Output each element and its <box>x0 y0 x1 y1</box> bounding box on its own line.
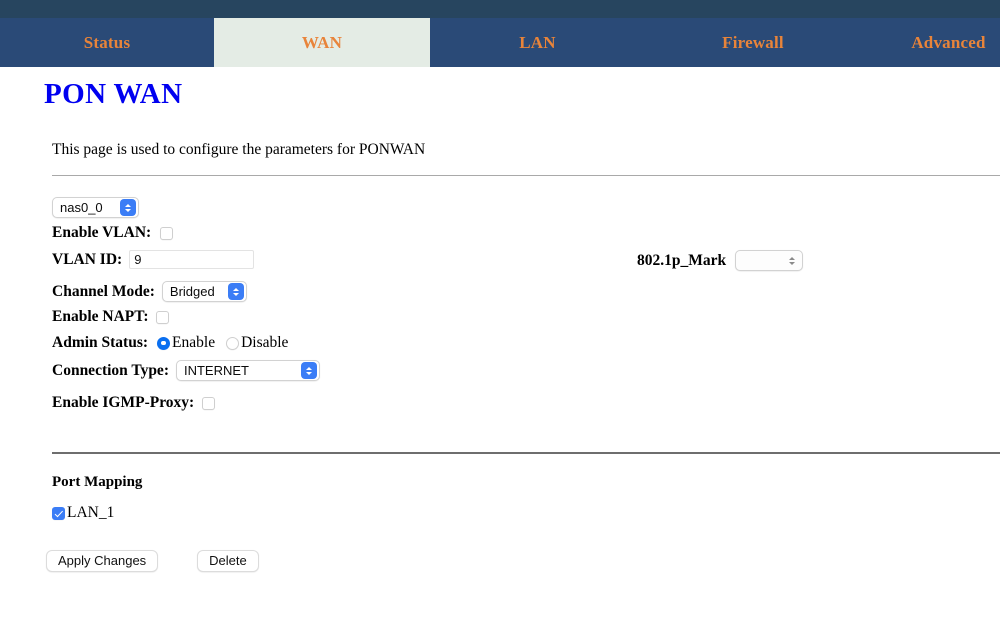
dot1p-mark-select[interactable] <box>735 250 804 271</box>
dot1p-mark-row: 802.1p_Mark <box>637 250 804 271</box>
enable-igmp-proxy-checkbox[interactable] <box>202 396 216 410</box>
dot1p-mark-select-wrapper[interactable] <box>735 250 804 271</box>
enable-napt-row: Enable NAPT: <box>52 308 169 326</box>
channel-mode-select[interactable]: Bridged <box>161 281 247 302</box>
admin-status-disable-label: Disable <box>241 334 289 351</box>
port-mapping-lan1-checkbox[interactable] <box>52 506 65 520</box>
vlan-id-label: VLAN ID: <box>52 250 123 268</box>
port-mapping-lan1-label: LAN_1 <box>67 504 115 521</box>
divider-port-mapping <box>52 452 1000 454</box>
interface-row: nas0_0 <box>52 197 139 218</box>
admin-status-row: Admin Status: Enable Disable <box>52 334 288 352</box>
vlan-id-row: VLAN ID: <box>52 250 255 269</box>
enable-vlan-row: Enable VLAN: <box>52 224 174 242</box>
enable-napt-label: Enable NAPT: <box>52 308 149 325</box>
enable-vlan-label: Enable VLAN: <box>52 224 152 241</box>
enable-igmp-proxy-label: Enable IGMP-Proxy: <box>52 394 195 411</box>
port-mapping-heading: Port Mapping <box>52 474 143 490</box>
admin-status-enable-label: Enable <box>172 334 216 351</box>
dot1p-mark-label: 802.1p_Mark <box>637 251 727 269</box>
interface-select[interactable]: nas0_0 <box>52 197 139 218</box>
connection-type-row: Connection Type: INTERNET <box>52 360 320 381</box>
admin-status-label: Admin Status: <box>52 334 149 351</box>
interface-select-wrapper[interactable]: nas0_0 <box>52 197 139 218</box>
enable-napt-checkbox[interactable] <box>155 310 169 324</box>
admin-status-enable-radio[interactable] <box>157 336 171 350</box>
channel-mode-row: Channel Mode: Bridged <box>52 281 247 302</box>
connection-type-select[interactable]: INTERNET <box>175 360 320 381</box>
connection-type-select-wrapper[interactable]: INTERNET <box>175 360 320 381</box>
action-buttons: Apply Changes Delete <box>46 550 259 572</box>
vlan-id-input[interactable] <box>129 250 255 269</box>
enable-vlan-checkbox[interactable] <box>160 226 174 240</box>
channel-mode-select-wrapper[interactable]: Bridged <box>161 281 247 302</box>
channel-mode-label: Channel Mode: <box>52 282 155 300</box>
connection-type-label: Connection Type: <box>52 361 169 379</box>
apply-changes-button[interactable]: Apply Changes <box>46 550 159 572</box>
pon-wan-form: nas0_0 Enable VLAN: VLAN ID: 802.1p_Mark… <box>0 0 1000 635</box>
port-mapping-item-lan1: LAN_1 <box>52 504 114 522</box>
admin-status-disable-radio[interactable] <box>226 336 240 350</box>
delete-button[interactable]: Delete <box>197 550 259 572</box>
enable-igmp-proxy-row: Enable IGMP-Proxy: <box>52 394 216 412</box>
